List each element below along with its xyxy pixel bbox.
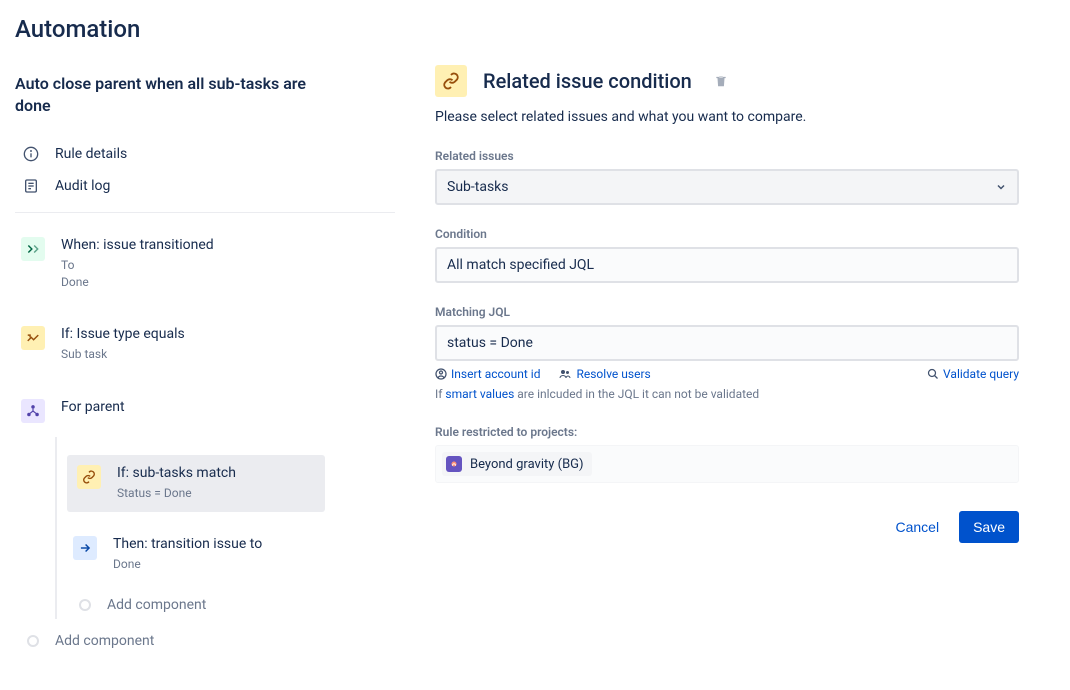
action-node[interactable]: Then: transition issue to Done (67, 530, 395, 579)
user-circle-icon (435, 368, 447, 380)
condition-value: All match specified JQL (447, 257, 594, 273)
smart-values-link[interactable]: smart values (445, 387, 514, 401)
trigger-title: When: issue transitioned (61, 237, 389, 253)
divider (15, 212, 395, 213)
condition1-sub: Sub task (61, 346, 389, 363)
save-button[interactable]: Save (959, 511, 1019, 543)
panel-description: Please select related issues and what yo… (435, 109, 1055, 125)
cancel-button[interactable]: Cancel (885, 511, 949, 543)
action-icon (73, 536, 97, 560)
branch-icon (21, 399, 45, 423)
audit-log-link[interactable]: Audit log (15, 170, 395, 202)
project-icon (446, 456, 462, 472)
audit-log-icon (23, 178, 39, 194)
panel-title: Related issue condition (483, 69, 692, 93)
insert-account-text: Insert account id (451, 367, 540, 381)
project-restriction-row: Beyond gravity (BG) (435, 445, 1019, 483)
action-sub: Done (113, 556, 389, 573)
related-issues-value: Sub-tasks (447, 179, 509, 195)
validate-query-link[interactable]: Validate query (927, 367, 1019, 381)
users-icon (558, 368, 572, 380)
matching-jql-input[interactable]: status = Done (435, 325, 1019, 361)
condition-icon (21, 326, 45, 350)
condition2-node[interactable]: If: sub-tasks match Status = Done (67, 455, 325, 512)
trigger-sub1: To (61, 257, 389, 274)
restricted-label: Rule restricted to projects: (435, 425, 1055, 439)
audit-log-label: Audit log (55, 178, 110, 194)
related-issues-label: Related issues (435, 149, 1055, 163)
add-component-root-label: Add component (55, 633, 154, 649)
add-component-nested[interactable]: Add component (67, 591, 395, 619)
add-component-nested-label: Add component (107, 597, 206, 613)
trigger-node[interactable]: When: issue transitioned To Done (15, 231, 395, 297)
project-name: Beyond gravity (BG) (470, 457, 584, 472)
related-issues-select[interactable]: Sub-tasks (435, 169, 1019, 205)
rule-details-link[interactable]: Rule details (15, 138, 395, 170)
add-dot-icon (79, 599, 91, 611)
rule-details-label: Rule details (55, 146, 127, 162)
condition2-sub: Status = Done (117, 485, 315, 502)
condition1-title: If: Issue type equals (61, 326, 389, 342)
trigger-icon (21, 237, 45, 261)
trigger-sub2: Done (61, 274, 389, 291)
chevron-down-icon (995, 181, 1007, 193)
rule-name: Auto close parent when all sub-tasks are… (15, 73, 315, 118)
condition-label: Condition (435, 227, 1055, 241)
panel-icon (435, 65, 467, 97)
branch-node[interactable]: For parent (15, 393, 395, 429)
delete-button[interactable] (714, 74, 728, 88)
resolve-users-link[interactable]: Resolve users (558, 367, 650, 381)
condition-select[interactable]: All match specified JQL (435, 247, 1019, 283)
page-title: Automation (15, 15, 395, 43)
action-title: Then: transition issue to (113, 536, 389, 552)
add-component-root[interactable]: Add component (15, 627, 395, 655)
resolve-users-text: Resolve users (576, 367, 650, 381)
condition1-node[interactable]: If: Issue type equals Sub task (15, 320, 395, 369)
insert-account-link[interactable]: Insert account id (435, 367, 540, 381)
matching-jql-value: status = Done (447, 335, 533, 351)
branch-title: For parent (61, 399, 389, 415)
condition2-title: If: sub-tasks match (117, 465, 315, 481)
matching-jql-label: Matching JQL (435, 305, 1055, 319)
validate-query-text: Validate query (943, 367, 1019, 381)
project-chip[interactable]: Beyond gravity (BG) (442, 452, 592, 476)
jql-hint: If smart values are inlcuded in the JQL … (435, 387, 1055, 401)
link-icon (77, 465, 101, 489)
search-icon (927, 368, 939, 380)
info-icon (23, 146, 39, 162)
add-dot-icon (27, 635, 39, 647)
